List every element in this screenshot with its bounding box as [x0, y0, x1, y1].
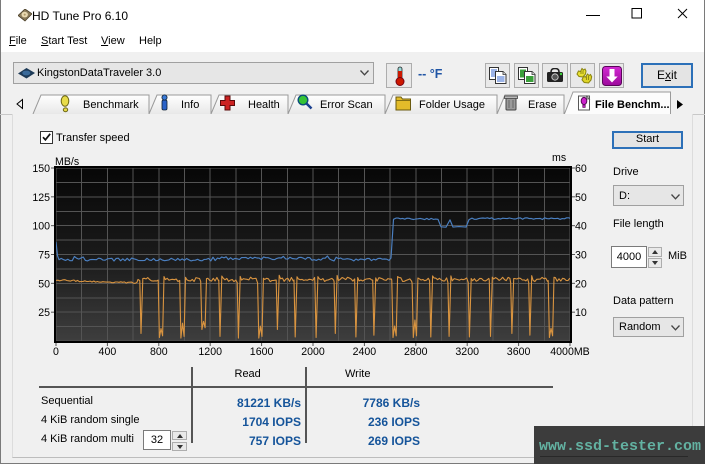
svg-text:0: 0 [53, 346, 59, 358]
svg-text:30: 30 [575, 250, 587, 262]
svg-text:20: 20 [575, 278, 587, 290]
svg-text:400: 400 [99, 346, 117, 358]
svg-text:Health: Health [248, 99, 280, 111]
svg-text:Info: Info [181, 99, 199, 111]
svg-text:Error Scan: Error Scan [320, 99, 373, 111]
svg-text:10: 10 [575, 307, 587, 319]
svg-text:150: 150 [32, 163, 50, 175]
svg-text:75: 75 [38, 250, 50, 262]
svg-text:ms: ms [552, 152, 566, 164]
svg-text:Erase: Erase [528, 99, 557, 111]
svg-text:50: 50 [38, 278, 50, 290]
svg-text:25: 25 [38, 307, 50, 319]
svg-text:1600: 1600 [250, 346, 274, 358]
svg-text:50: 50 [575, 192, 587, 204]
svg-text:File Benchm...: File Benchm... [595, 99, 670, 111]
svg-text:2400: 2400 [353, 346, 377, 358]
svg-text:3200: 3200 [455, 346, 479, 358]
svg-text:40: 40 [575, 221, 587, 233]
svg-text:Folder Usage: Folder Usage [419, 99, 485, 111]
svg-text:100: 100 [32, 221, 50, 233]
svg-text:4000MB: 4000MB [550, 346, 589, 358]
svg-text:Benchmark: Benchmark [83, 99, 139, 111]
svg-text:2000: 2000 [301, 346, 325, 358]
svg-text:1200: 1200 [198, 346, 222, 358]
svg-text:125: 125 [32, 192, 50, 204]
svg-text:MB/s: MB/s [55, 156, 79, 168]
svg-text:800: 800 [150, 346, 168, 358]
svg-text:2800: 2800 [404, 346, 428, 358]
svg-text:60: 60 [575, 163, 587, 175]
svg-text:3600: 3600 [507, 346, 531, 358]
